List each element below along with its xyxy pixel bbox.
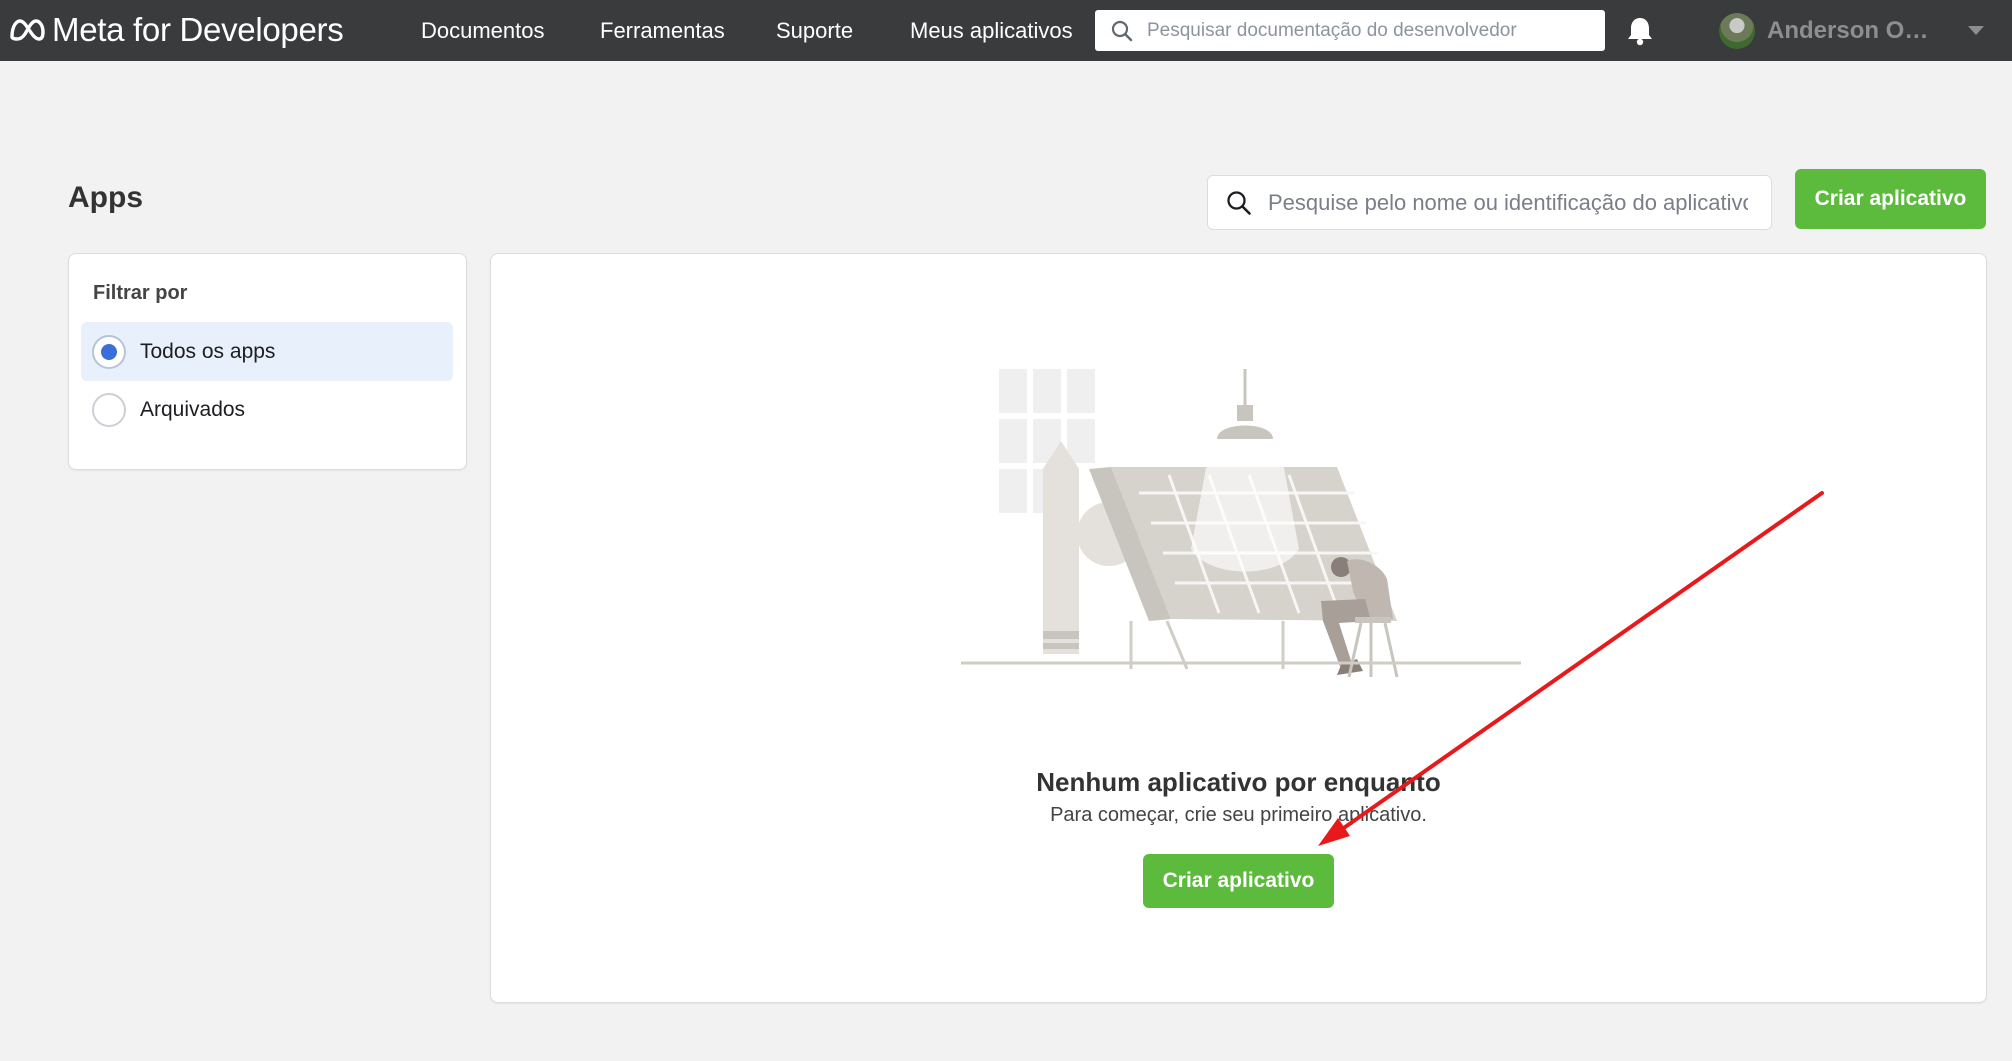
avatar[interactable] [1719, 13, 1755, 49]
filter-option-all-apps[interactable]: Todos os apps [81, 322, 453, 381]
filter-option-label: Arquivados [140, 397, 246, 421]
filter-title: Filtrar por [93, 282, 188, 304]
create-app-button-empty-state[interactable]: Criar aplicativo [1143, 854, 1334, 908]
empty-state-illustration [961, 369, 1521, 678]
chevron-down-icon[interactable] [1968, 26, 1984, 35]
nav-documentos[interactable]: Documentos [421, 18, 545, 44]
search-icon [1227, 190, 1251, 215]
logo-text: Meta for Developers [52, 11, 344, 48]
meta-logo-icon [10, 19, 45, 41]
user-name[interactable]: Anderson Ouv... [1767, 17, 1942, 45]
page-title: Apps [68, 181, 143, 214]
filter-panel: Filtrar por Todos os apps Arquivados [68, 253, 467, 470]
radio-unselected[interactable] [92, 392, 126, 427]
nav-meus-aplicativos[interactable]: Meus aplicativos [910, 18, 1073, 44]
bell-icon [1628, 18, 1652, 46]
nav-suporte[interactable]: Suporte [776, 18, 853, 44]
search-icon [1111, 20, 1133, 41]
nav-ferramentas[interactable]: Ferramentas [600, 18, 725, 44]
meta-logo[interactable]: Meta for Developers [8, 11, 344, 48]
apps-list-panel: Nenhum aplicativo por enquanto Para come… [490, 253, 1987, 1003]
top-navigation-bar: Meta for Developers Documentos Ferrament… [0, 0, 2012, 61]
apps-search-input[interactable] [1266, 188, 1750, 217]
empty-state-title: Nenhum aplicativo por enquanto [1036, 767, 1441, 797]
create-app-button[interactable]: Criar aplicativo [1795, 169, 1986, 229]
docs-search-box[interactable] [1095, 10, 1605, 51]
filter-option-archived[interactable]: Arquivados [81, 380, 453, 439]
docs-search-input[interactable] [1145, 18, 1589, 43]
filter-option-label: Todos os apps [140, 339, 276, 363]
radio-selected[interactable] [92, 334, 126, 369]
apps-search-box[interactable] [1207, 175, 1772, 230]
empty-state-subtitle: Para começar, crie seu primeiro aplicati… [1050, 804, 1427, 826]
notifications-button[interactable] [1625, 15, 1655, 52]
